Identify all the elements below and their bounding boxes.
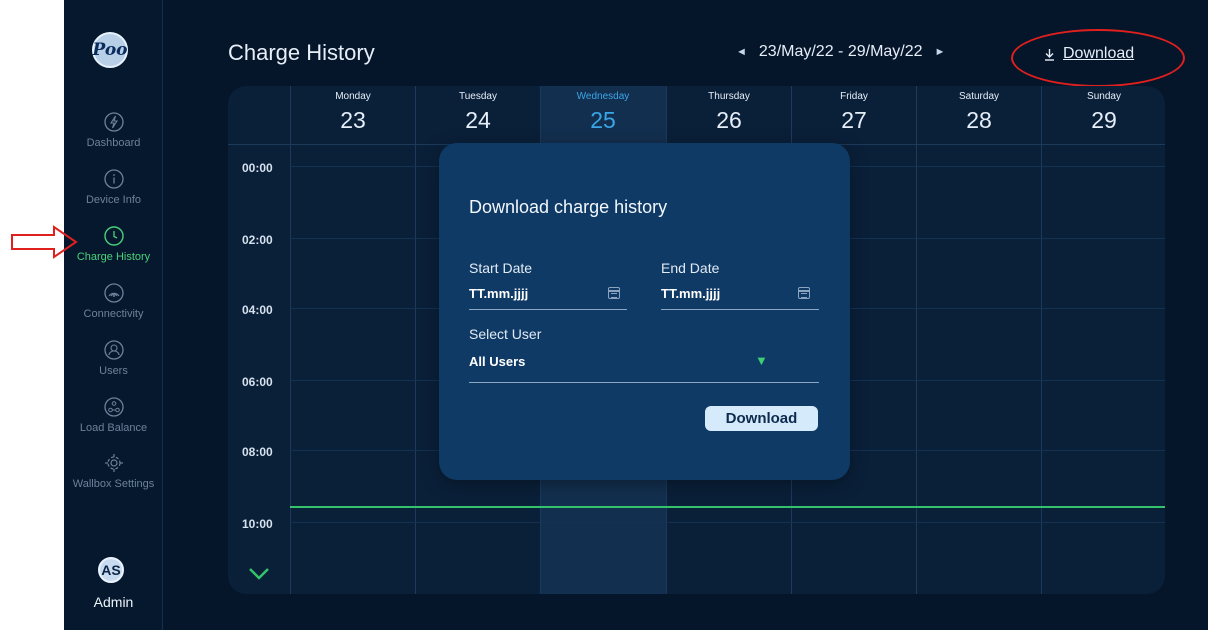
time-label: 06:00 [242, 375, 273, 389]
calendar-icon[interactable] [608, 287, 620, 299]
clock-icon [103, 226, 124, 246]
sidebar-item-dashboard[interactable]: Dashboard [64, 111, 163, 149]
date-range-nav: ◄ 23/May/22 - 29/May/22 ► [736, 43, 945, 61]
column-divider [916, 86, 917, 594]
dropdown-triangle-icon[interactable]: ▼ [755, 353, 768, 368]
sidebar-item-label: Users [99, 365, 128, 377]
end-date-label: End Date [661, 260, 720, 276]
day-header-sunday[interactable]: Sunday 29 [1041, 86, 1165, 144]
time-label: 02:00 [242, 233, 273, 247]
sidebar-item-label: Connectivity [83, 308, 144, 320]
time-label: 04:00 [242, 303, 273, 317]
user-icon [103, 340, 124, 360]
time-label: 10:00 [242, 517, 273, 531]
day-number: 29 [1091, 107, 1117, 133]
sidebar: Poo Dashboard Device Info Charge History… [64, 0, 163, 630]
select-user-dropdown[interactable]: All Users [469, 354, 525, 369]
day-name: Friday [840, 91, 868, 102]
current-time-line [290, 506, 1165, 508]
sidebar-item-load-balance[interactable]: Load Balance [64, 396, 163, 434]
download-arrow-icon [1045, 48, 1054, 61]
day-name: Saturday [958, 91, 1000, 102]
select-user-underline [469, 382, 819, 383]
balance-icon [103, 397, 124, 417]
calendar-icon[interactable] [798, 287, 810, 299]
sidebar-item-label: Dashboard [86, 137, 141, 149]
sidebar-item-label: Wallbox Settings [72, 478, 155, 490]
day-header-monday[interactable]: Monday 23 [290, 86, 416, 144]
sidebar-item-users[interactable]: Users [64, 339, 163, 377]
hour-gridline [290, 522, 1165, 523]
user-name: Admin [93, 594, 134, 610]
download-link-label: Download [1063, 45, 1135, 62]
day-number: 24 [465, 107, 491, 133]
start-date-underline [469, 309, 627, 310]
day-name: Tuesday [459, 91, 497, 102]
day-header-thursday[interactable]: Thursday 26 [666, 86, 792, 144]
day-name: Thursday [708, 91, 750, 102]
chevron-down-icon[interactable] [248, 566, 270, 582]
page-title: Charge History [228, 40, 375, 65]
time-label: 08:00 [242, 445, 273, 459]
day-number: 27 [841, 107, 867, 133]
day-name: Wednesday [576, 91, 630, 102]
avatar-initials: AS [101, 562, 121, 578]
time-label: 00:00 [242, 161, 273, 175]
column-divider [415, 86, 416, 594]
sidebar-item-wallbox-settings[interactable]: Wallbox Settings [64, 452, 163, 490]
column-divider [1041, 86, 1042, 594]
previous-week-button[interactable]: ◄ [736, 46, 747, 58]
day-number: 26 [716, 107, 742, 133]
lightning-icon [103, 112, 124, 132]
sidebar-item-label: Charge History [76, 251, 151, 263]
select-user-label: Select User [469, 326, 542, 342]
day-name: Monday [335, 91, 371, 102]
end-date-underline [661, 309, 819, 310]
date-range-label: 23/May/22 - 29/May/22 [758, 43, 923, 60]
day-header-wednesday[interactable]: Wednesday 25 [540, 86, 666, 144]
end-date-input[interactable]: TT.mm.jjjj [661, 286, 720, 301]
day-header-friday[interactable]: Friday 27 [791, 86, 917, 144]
info-icon [103, 169, 124, 189]
signal-icon [103, 283, 124, 303]
sidebar-item-connectivity[interactable]: Connectivity [64, 282, 163, 320]
sidebar-item-label: Load Balance [79, 422, 148, 434]
download-dialog: Download charge history Start Date TT.mm… [439, 143, 850, 480]
next-week-button[interactable]: ► [935, 46, 946, 58]
avatar[interactable]: AS [98, 557, 124, 583]
column-divider [290, 86, 291, 594]
sidebar-item-device-info[interactable]: Device Info [64, 168, 163, 206]
day-number: 23 [340, 107, 366, 133]
day-header-saturday[interactable]: Saturday 28 [916, 86, 1042, 144]
logo[interactable]: Poo [92, 32, 128, 68]
start-date-label: Start Date [469, 260, 533, 276]
sidebar-item-label: Device Info [85, 194, 142, 206]
red-arrow-annotation [11, 225, 78, 259]
start-date-input[interactable]: TT.mm.jjjj [469, 286, 528, 301]
day-header-tuesday[interactable]: Tuesday 24 [415, 86, 541, 144]
download-button[interactable]: Download [705, 406, 818, 431]
day-number: 25 [590, 107, 616, 133]
day-name: Sunday [1087, 91, 1121, 102]
dialog-title: Download charge history [469, 197, 668, 217]
day-number: 28 [966, 107, 992, 133]
download-link[interactable]: Download [1044, 45, 1134, 63]
gear-icon [104, 454, 123, 472]
logo-text: Poo [92, 40, 128, 60]
app-window: Poo Dashboard Device Info Charge History… [64, 0, 1208, 630]
